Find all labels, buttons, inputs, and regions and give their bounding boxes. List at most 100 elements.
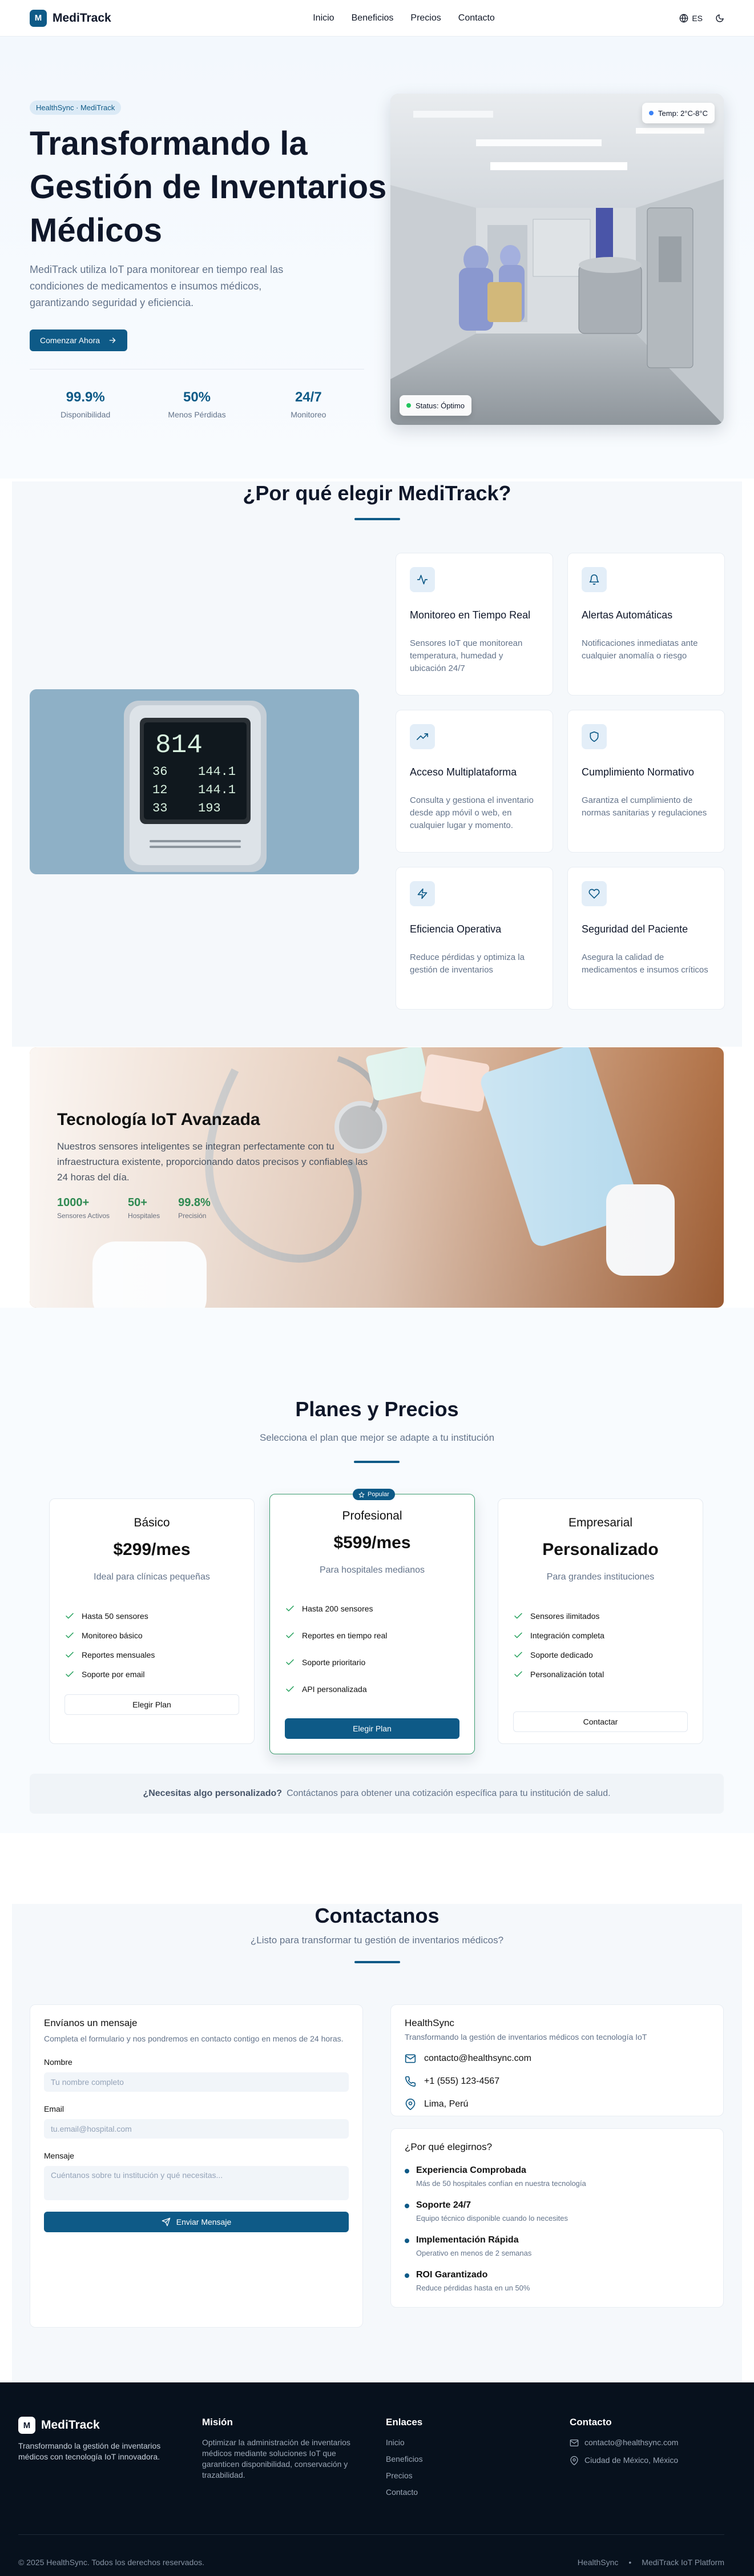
activity-icon [410,567,435,592]
nav-link-beneficios[interactable]: Beneficios [352,13,394,23]
footer-brand[interactable]: M MediTrack [18,2417,167,2434]
globe-icon [679,14,688,22]
message-textarea[interactable]: Cuéntanos sobre tu institución y qué nec… [44,2166,349,2200]
bullet-icon [405,2169,409,2173]
company-info-card: HealthSync Transformando la gestión de i… [390,2004,724,2116]
email-input[interactable]: tu.email@hospital.com [44,2119,349,2139]
logo-icon: M [30,9,47,27]
footer-link-beneficios[interactable]: Beneficios [386,2454,423,2465]
message-label: Mensaje [44,2151,74,2160]
footer-email-row[interactable]: contacto@healthsync.com [570,2437,678,2448]
hero-badge: HealthSync · MediTrack [30,101,122,115]
trending-up-icon [410,724,435,749]
moon-icon[interactable] [715,14,724,23]
plan-feature: Soporte por email [64,1665,254,1684]
footer-mission-title: Misión [202,2417,233,2428]
contact-sales-button[interactable]: Contactar [513,1711,688,1732]
hero-cleanroom-image: Temp: 2°C-8°C Status: Óptimo [390,94,724,425]
feature-card-alerts: Alertas Automáticas Notificaciones inmed… [567,553,725,696]
arrow-right-icon [109,337,116,343]
stat-label: Monitoreo [291,410,326,419]
footer-email: contacto@healthsync.com [584,2438,679,2447]
heart-icon [582,881,607,906]
nav-link-precios[interactable]: Precios [410,13,441,23]
iot-title: Tecnología IoT Avanzada [57,1110,260,1129]
send-message-button[interactable]: Enviar Mensaje [44,2212,349,2232]
pricing-section: Planes y Precios Selecciona el plan que … [0,1308,754,1833]
monitor-reading: 33 [152,801,167,815]
hero-stats: 99.9% Disponibilidad 50% Menos Pérdidas 24… [30,389,364,419]
plan-description: Para hospitales medianos [319,1565,425,1575]
language-selector[interactable]: ES [679,14,703,23]
check-icon [66,1671,74,1677]
plan-features: Hasta 200 sensores Reportes en tiempo re… [285,1595,474,1702]
plan-feature: Hasta 50 sensores [64,1606,254,1626]
plan-card-basic: Básico $299/mes Ideal para clínicas pequ… [49,1498,255,1744]
feature-title: Alertas Automáticas [582,609,673,621]
star-icon [358,1491,365,1498]
bullet-icon [405,2204,409,2208]
pricing-title-underline [354,1461,400,1463]
feature-card-patient-safety: Seguridad del Paciente Asegura la calida… [567,867,725,1010]
check-icon [66,1651,74,1658]
stat-monitoring: 24/7 Monitoreo [253,389,364,419]
footer-link-inicio[interactable]: Inicio [386,2437,423,2448]
start-now-label: Comenzar Ahora [40,336,100,345]
plan-feature-text: Soporte por email [82,1670,145,1679]
map-pin-icon [570,2456,578,2465]
nav-link-inicio[interactable]: Inicio [313,13,334,23]
footer: M MediTrack Transformando la gestión de … [0,2382,754,2576]
check-icon [286,1605,294,1611]
iot-stat-value: 50+ [128,1196,147,1209]
status-text: Status: Óptimo [416,401,465,410]
feature-text: Sensores IoT que monitorean temperatura,… [410,638,523,673]
feature-text: Reduce pérdidas y optimiza la gestión de… [410,953,525,975]
phone-icon [405,2076,416,2087]
choose-plan-basic-button[interactable]: Elegir Plan [64,1694,239,1715]
footer-brand-col: M MediTrack Transformando la gestión de … [18,2417,167,2462]
feature-card-compliance: Cumplimiento Normativo Garantiza el cump… [567,710,725,853]
popular-label: Popular [368,1491,389,1498]
contact-subtitle: ¿Listo para transformar tu gestión de in… [250,1935,504,1946]
copyright: © 2025 HealthSync. Todos los derechos re… [18,2558,205,2567]
why-item-title: Experiencia Comprobada [416,2165,526,2175]
check-icon [66,1632,74,1638]
why-item: Soporte 24/7 Equipo técnico disponible cu… [405,2200,709,2223]
plan-feature: Soporte prioritario [285,1649,474,1675]
iot-stat-label: Precisión [178,1212,207,1220]
start-now-button[interactable]: Comenzar Ahora [30,329,128,351]
plan-feature-text: Soporte prioritario [302,1657,366,1667]
plan-feature-text: Integración completa [530,1631,604,1640]
brand[interactable]: M MediTrack [30,9,111,27]
status-dot-icon [406,403,411,408]
plan-feature: Reportes mensuales [64,1645,254,1665]
iot-description: Nuestros sensores inteligentes se integr… [57,1141,368,1183]
choose-plan-professional-button[interactable]: Elegir Plan [285,1718,459,1739]
bullet-icon [405,2273,409,2278]
iot-stat-sensors: 1000+ Sensores Activos [57,1196,110,1220]
check-icon [514,1651,522,1658]
why-item-title: Soporte 24/7 [416,2200,471,2210]
pricing-title: Planes y Precios [295,1397,459,1421]
plan-name: Básico [134,1516,170,1529]
iot-stat-value: 99.8% [178,1196,211,1209]
plan-feature-text: Hasta 50 sensores [82,1611,148,1621]
footer-link-contacto[interactable]: Contacto [386,2487,423,2498]
plan-feature-text: Monitoreo básico [82,1631,143,1640]
pricing-subtitle: Selecciona el plan que mejor se adapte a… [259,1432,495,1443]
footer-link-precios[interactable]: Precios [386,2470,423,2481]
plan-feature-text: Soporte dedicado [530,1650,593,1659]
iot-content: Tecnología IoT Avanzada Nuestros sensore… [57,1110,377,1220]
contact-phone-row[interactable]: +1 (555) 123-4567 [405,2076,709,2087]
company-description: Transformando la gestión de inventarios … [405,2032,647,2041]
iot-stat-precision: 99.8% Precisión [178,1196,211,1220]
nav-link-contacto[interactable]: Contacto [458,13,495,23]
features-section: ¿Por qué elegir MediTrack? 814 36 144.1 … [12,481,742,1047]
plan-price: $599/mes [333,1533,411,1552]
name-input[interactable]: Tu nombre completo [44,2072,349,2092]
footer-logo-icon: M [18,2417,35,2434]
contact-email-row[interactable]: contacto@healthsync.com [405,2053,709,2064]
monitor-reading: 144.1 [198,783,236,797]
plan-price: $299/mes [113,1540,191,1559]
feature-title: Acceso Multiplataforma [410,766,517,778]
